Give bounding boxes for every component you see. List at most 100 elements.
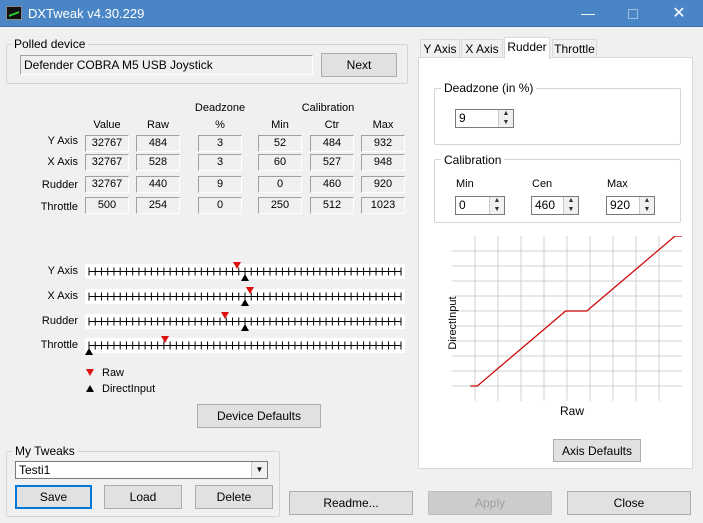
deadzone-value: 9 [459, 111, 466, 125]
device-defaults-button[interactable]: Device Defaults [197, 404, 321, 428]
header-min: Min [271, 119, 289, 131]
apply-button[interactable]: Apply [428, 491, 552, 515]
min-label: Min [456, 178, 474, 190]
tab-rudder[interactable]: Rudder [504, 37, 550, 59]
spin-arrows[interactable]: ▲ ▼ [498, 110, 513, 127]
header-deadzone: Deadzone [194, 102, 246, 114]
down-arrow-icon[interactable]: ▼ [490, 206, 504, 215]
row-label: X Axis [47, 156, 78, 168]
min-cell: 52 [258, 135, 302, 152]
down-arrow-icon[interactable]: ▼ [499, 119, 513, 128]
header-deadzone-unit: % [215, 119, 225, 131]
next-button[interactable]: Next [321, 53, 397, 77]
slider-label-rudder: Rudder [41, 315, 78, 327]
close-window-button[interactable]: ✕ [656, 0, 702, 27]
raw-marker [245, 287, 254, 294]
deadzone-cell: 9 [198, 176, 242, 193]
up-arrow-icon[interactable]: ▲ [564, 197, 578, 206]
max-label: Max [607, 178, 628, 190]
chevron-down-icon[interactable]: ▼ [251, 462, 267, 478]
raw-cell: 528 [136, 154, 180, 171]
up-arrow-icon[interactable]: ▲ [499, 110, 513, 119]
directinput-marker [85, 348, 93, 355]
app-icon [6, 6, 22, 20]
title-bar: DXTweak v4.30.229 — ✕ [0, 0, 703, 27]
ctr-cell: 512 [310, 197, 354, 214]
legend-raw: Raw [102, 367, 125, 379]
down-arrow-icon[interactable]: ▼ [640, 206, 654, 215]
ctr-cell: 484 [310, 135, 354, 152]
raw-cell: 440 [136, 176, 180, 193]
header-value: Value [93, 119, 121, 131]
spin-arrows[interactable]: ▲ ▼ [639, 197, 654, 214]
load-button[interactable]: Load [104, 485, 182, 509]
maximize-icon [628, 9, 638, 20]
up-arrow-icon[interactable]: ▲ [490, 197, 504, 206]
polled-device-label: Polled device [11, 37, 89, 51]
raw-marker [220, 312, 229, 319]
row-label: Y Axis [47, 135, 78, 147]
max-value: 920 [610, 198, 631, 212]
calibration-label: Calibration [441, 153, 505, 167]
max-stepper[interactable]: 920 ▲ ▼ [606, 196, 655, 215]
save-button[interactable]: Save [15, 485, 92, 509]
raw-cell: 484 [136, 135, 180, 152]
header-calibration: Calibration [301, 102, 355, 114]
deadzone-cell: 0 [198, 197, 242, 214]
row-label: Throttle [40, 201, 78, 213]
maximize-button [610, 0, 656, 27]
slider-label-y-axis: Y Axis [47, 265, 78, 277]
max-cell: 932 [361, 135, 405, 152]
min-stepper[interactable]: 0 ▲ ▼ [455, 196, 505, 215]
max-cell: 920 [361, 176, 405, 193]
value-cell: 32767 [85, 176, 129, 193]
header-ctr: Ctr [324, 119, 340, 131]
tweak-select[interactable]: Testi1 ▼ [15, 461, 268, 479]
value-cell: 32767 [85, 154, 129, 171]
cen-stepper[interactable]: 460 ▲ ▼ [531, 196, 579, 215]
raw-marker [233, 262, 242, 269]
slider-label-throttle: Throttle [40, 339, 78, 351]
tab-y-axis[interactable]: Y Axis [420, 39, 460, 58]
min-value: 0 [459, 198, 466, 212]
close-button[interactable]: Close [567, 491, 691, 515]
directinput-marker [241, 274, 249, 281]
axis-defaults-button[interactable]: Axis Defaults [553, 439, 641, 462]
legend-directinput: DirectInput [102, 383, 156, 395]
cen-value: 460 [535, 198, 556, 212]
chart-y-label: DirectInput [447, 296, 459, 350]
ctr-cell: 527 [310, 154, 354, 171]
deadzone-cell: 3 [198, 135, 242, 152]
tweak-select-value: Testi1 [19, 463, 51, 477]
directinput-marker [241, 299, 249, 306]
throttle-track [85, 338, 405, 353]
directinput-marker-icon [86, 385, 94, 392]
header-raw: Raw [146, 119, 169, 131]
spin-arrows[interactable]: ▲ ▼ [563, 197, 578, 214]
min-cell: 250 [258, 197, 302, 214]
chart-x-label: Raw [559, 404, 584, 418]
raw-marker [161, 336, 170, 343]
up-arrow-icon[interactable]: ▲ [640, 197, 654, 206]
delete-button[interactable]: Delete [195, 485, 273, 509]
minimize-button[interactable]: — [565, 0, 611, 27]
throttle-ticks [88, 341, 402, 350]
my-tweaks-label: My Tweaks [12, 444, 78, 458]
cen-label: Cen [532, 178, 553, 190]
min-cell: 60 [258, 154, 302, 171]
slider-label-x-axis: X Axis [47, 290, 78, 302]
ctr-cell: 460 [310, 176, 354, 193]
tab-x-axis[interactable]: X Axis [461, 39, 503, 58]
value-cell: 32767 [85, 135, 129, 152]
directinput-marker [241, 324, 249, 331]
header-max: Max [372, 119, 394, 131]
down-arrow-icon[interactable]: ▼ [564, 206, 578, 215]
tab-throttle[interactable]: Throttle [552, 39, 597, 58]
readme-button[interactable]: Readme... [289, 491, 413, 515]
device-name-field: Defender COBRA M5 USB Joystick [20, 55, 313, 75]
raw-cell: 254 [136, 197, 180, 214]
deadzone-stepper[interactable]: 9 ▲ ▼ [455, 109, 514, 128]
deadzone-cell: 3 [198, 154, 242, 171]
spin-arrows[interactable]: ▲ ▼ [489, 197, 504, 214]
max-cell: 1023 [361, 197, 405, 214]
